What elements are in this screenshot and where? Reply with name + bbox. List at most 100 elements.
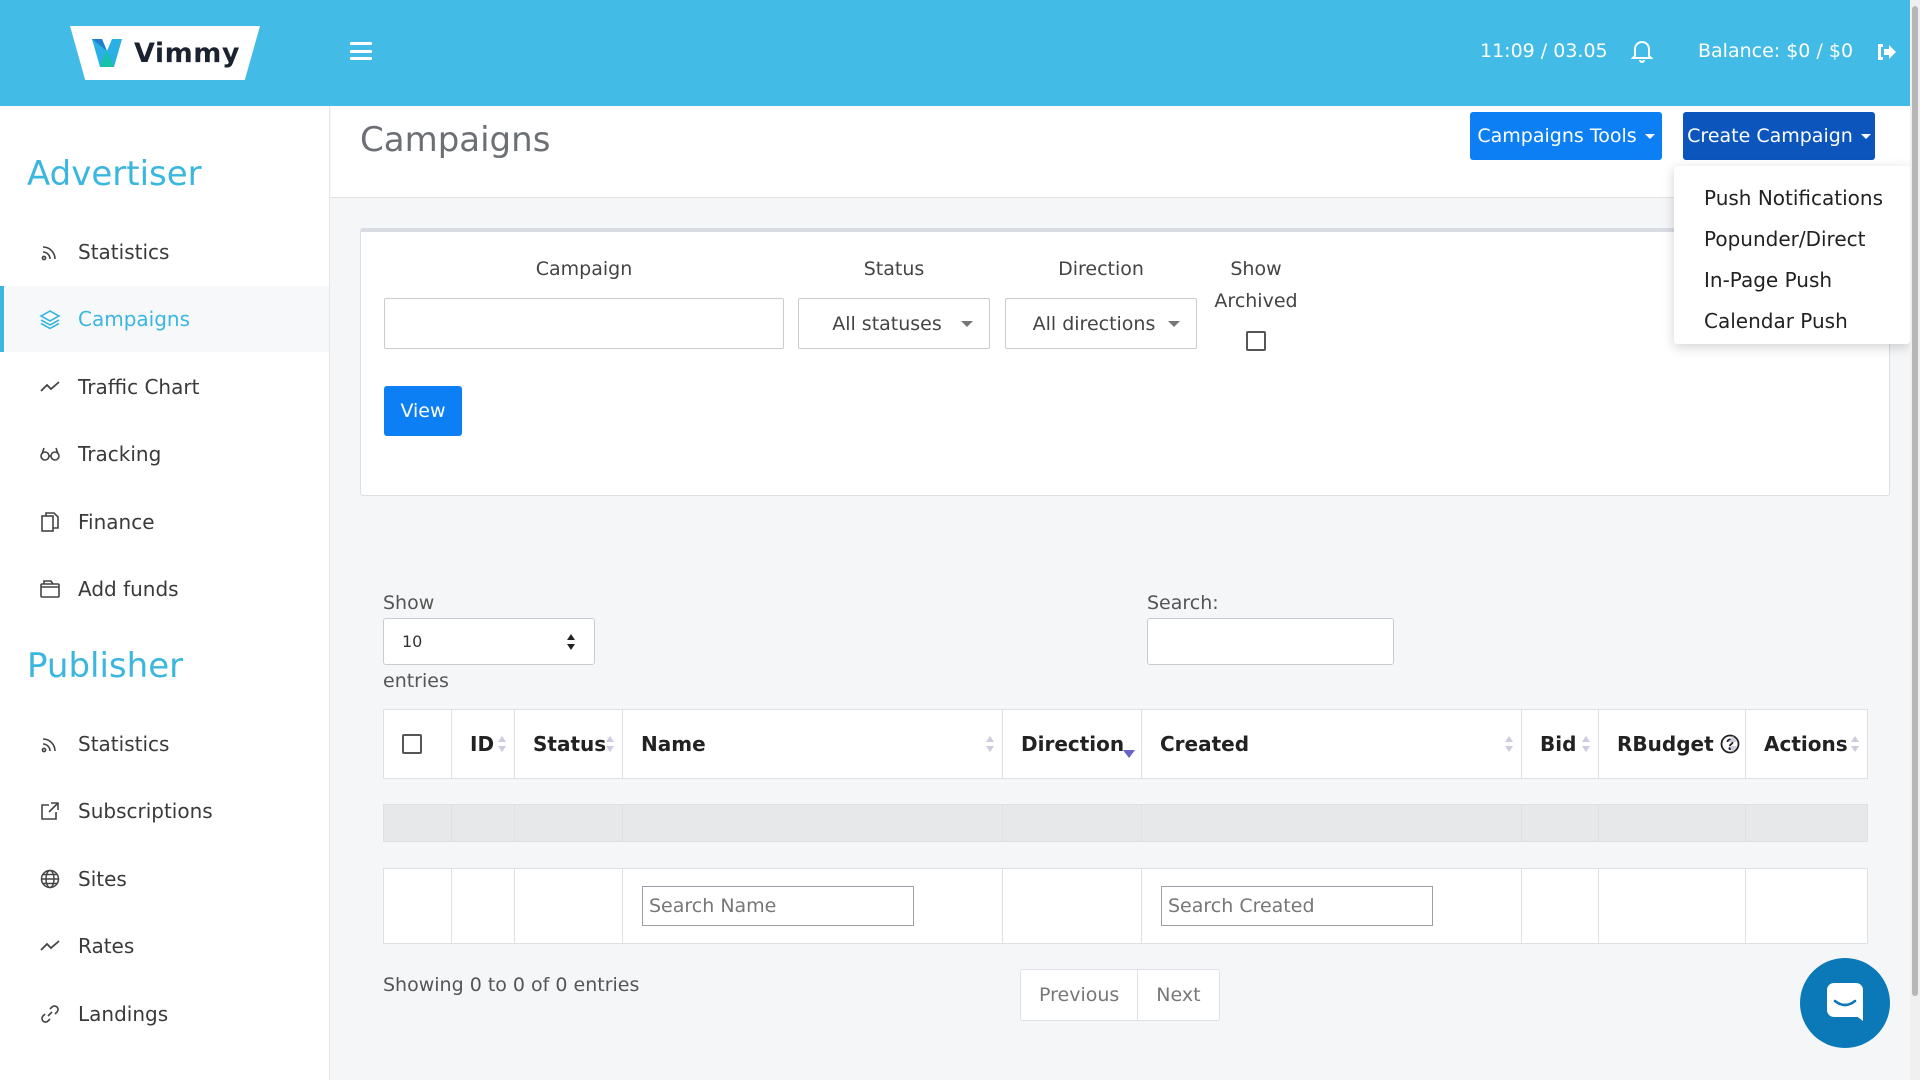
select-all-cell	[384, 710, 452, 778]
next-page-button[interactable]: Next	[1137, 970, 1218, 1020]
logout-icon[interactable]	[1874, 40, 1898, 64]
menu-toggle-icon[interactable]	[350, 42, 372, 60]
view-button[interactable]: View	[384, 386, 462, 436]
column-header-rbudget[interactable]: RBudget	[1599, 710, 1746, 778]
menu-item-push-notifications[interactable]: Push Notifications	[1674, 178, 1910, 219]
sidebar-item-sites[interactable]: Sites	[0, 846, 329, 912]
column-divider	[1745, 805, 1746, 841]
column-label: Bid	[1540, 732, 1577, 756]
external-square-icon	[38, 799, 62, 823]
select-all-checkbox[interactable]	[402, 734, 422, 754]
wallet-icon	[38, 577, 62, 601]
sidebar-item-landings[interactable]: Landings	[0, 981, 329, 1047]
column-divider	[514, 869, 515, 943]
sidebar-item-finance[interactable]: Finance	[0, 489, 329, 555]
sort-arrows-icon	[566, 633, 576, 651]
layers-icon	[38, 307, 62, 331]
show-archived-checkbox[interactable]	[1246, 331, 1266, 351]
column-divider	[1598, 869, 1599, 943]
sidebar-item-traffic-chart[interactable]: Traffic Chart	[0, 354, 329, 420]
section-title-advertiser: Advertiser	[27, 154, 202, 194]
rss-icon	[38, 732, 62, 756]
globe-icon	[38, 867, 62, 891]
column-divider	[1521, 869, 1522, 943]
sidebar-item-label: Tracking	[78, 442, 162, 466]
sidebar-item-label: Statistics	[78, 240, 170, 264]
sidebar-item-label: Sites	[78, 867, 127, 891]
column-header-actions[interactable]: Actions	[1746, 710, 1867, 778]
sort-icon	[606, 734, 614, 754]
menu-item-popunder-direct[interactable]: Popunder/Direct	[1674, 219, 1910, 260]
column-divider	[1521, 805, 1522, 841]
trend-line-icon	[38, 375, 62, 399]
scrollbar-thumb[interactable]	[1912, 6, 1918, 996]
brand-logo[interactable]: Vimmy	[70, 26, 260, 80]
sidebar-item-advertiser-statistics[interactable]: Statistics	[0, 219, 329, 285]
create-campaign-button[interactable]: Create Campaign	[1683, 112, 1875, 160]
column-divider	[622, 805, 623, 841]
sidebar-item-subscriptions[interactable]: Subscriptions	[0, 778, 329, 844]
sort-icon	[498, 734, 506, 754]
documents-icon	[38, 510, 62, 534]
show-archived-label-line2: Archived	[1214, 290, 1298, 312]
direction-filter-select[interactable]: All directions	[1005, 298, 1197, 349]
caret-down-icon	[961, 321, 973, 327]
column-header-id[interactable]: ID	[452, 710, 515, 778]
sort-icon	[1851, 734, 1859, 754]
sidebar-item-tracking[interactable]: Tracking	[0, 421, 329, 487]
sidebar-item-label: Traffic Chart	[78, 375, 200, 399]
vimmy-logo-icon	[90, 37, 124, 69]
column-divider	[451, 805, 452, 841]
campaign-filter-label: Campaign	[535, 258, 633, 280]
menu-item-in-page-push[interactable]: In-Page Push	[1674, 260, 1910, 301]
show-archived-label-line1: Show	[1230, 258, 1282, 280]
column-label: Status	[533, 732, 607, 756]
sidebar-item-publisher-statistics[interactable]: Statistics	[0, 711, 329, 777]
column-divider	[1141, 805, 1142, 841]
caret-down-icon	[1644, 133, 1655, 139]
empty-table-row	[383, 804, 1868, 842]
page-length-value: 10	[402, 632, 423, 651]
search-name-input[interactable]: Search Name	[642, 886, 914, 926]
page-length-select[interactable]: 10	[383, 618, 595, 665]
sort-icon	[986, 734, 994, 754]
campaign-filter-input[interactable]	[384, 298, 784, 349]
direction-filter-value: All directions	[1032, 312, 1156, 335]
chat-icon	[1823, 979, 1867, 1027]
table-header: ID Status Name Direction Created Bid RBu…	[383, 709, 1868, 779]
column-header-direction[interactable]: Direction	[1003, 710, 1142, 778]
column-header-status[interactable]: Status	[515, 710, 623, 778]
search-created-input[interactable]: Search Created	[1161, 886, 1433, 926]
column-divider	[514, 805, 515, 841]
sidebar-item-label: Landings	[78, 1002, 169, 1026]
rss-icon	[38, 240, 62, 264]
status-filter-label: Status	[863, 258, 925, 280]
sidebar-item-label: Statistics	[78, 732, 170, 756]
campaigns-tools-label: Campaigns Tools	[1477, 125, 1637, 147]
column-divider	[622, 869, 623, 943]
sidebar-item-campaigns[interactable]: Campaigns	[0, 286, 329, 352]
column-divider	[1745, 869, 1746, 943]
section-title-publisher: Publisher	[27, 646, 184, 686]
menu-item-calendar-push[interactable]: Calendar Push	[1674, 301, 1910, 342]
page-title: Campaigns	[360, 120, 551, 160]
create-campaign-label: Create Campaign	[1687, 125, 1853, 147]
sort-icon	[1505, 734, 1513, 754]
bell-icon[interactable]	[1630, 38, 1654, 64]
table-search-input[interactable]	[1147, 618, 1394, 665]
column-divider	[1141, 869, 1142, 943]
caret-down-icon	[1860, 133, 1871, 139]
column-header-bid[interactable]: Bid	[1522, 710, 1599, 778]
link-icon	[38, 1002, 62, 1026]
column-label: RBudget	[1617, 732, 1714, 756]
trend-line-icon	[38, 934, 62, 958]
show-label: Show	[383, 592, 435, 614]
previous-page-button[interactable]: Previous	[1021, 970, 1137, 1020]
campaigns-tools-button[interactable]: Campaigns Tools	[1470, 112, 1662, 160]
column-header-name[interactable]: Name	[623, 710, 1003, 778]
chat-widget-button[interactable]	[1800, 958, 1890, 1048]
column-header-created[interactable]: Created	[1142, 710, 1522, 778]
status-filter-select[interactable]: All statuses	[798, 298, 990, 349]
sidebar-item-add-funds[interactable]: Add funds	[0, 556, 329, 622]
sidebar-item-rates[interactable]: Rates	[0, 913, 329, 979]
